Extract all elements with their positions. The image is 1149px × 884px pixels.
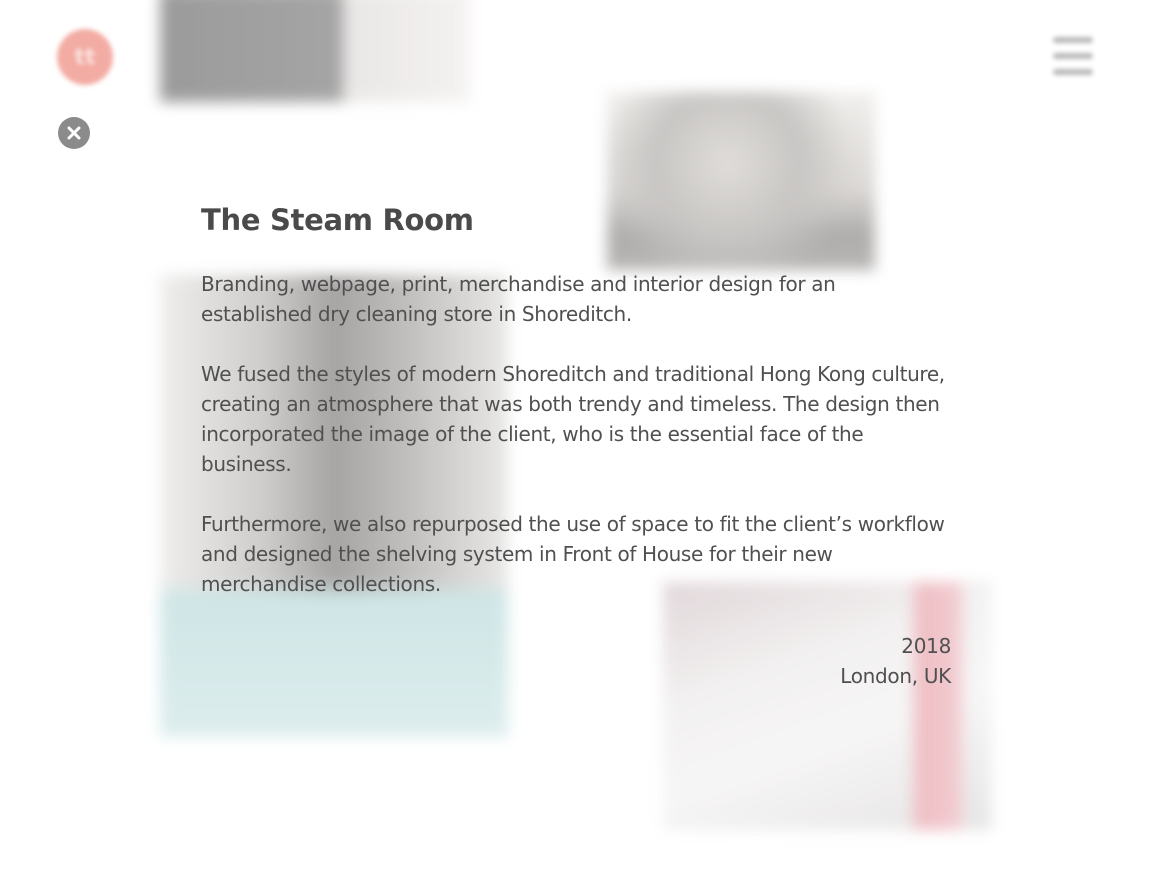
hamburger-menu-button[interactable]: [1051, 34, 1095, 78]
hamburger-menu-icon: [1053, 37, 1093, 43]
project-meta: 2018 London, UK: [201, 631, 951, 691]
project-overlay-page: tt The Steam Room Branding, webpage, pri…: [0, 0, 1149, 884]
close-icon: [67, 126, 81, 140]
project-paragraph: Branding, webpage, print, merchandise an…: [201, 272, 836, 326]
close-button[interactable]: [58, 117, 90, 149]
hamburger-line: [1053, 53, 1093, 59]
project-description: The Steam Room Branding, webpage, print,…: [201, 198, 951, 691]
project-paragraph: Furthermore, we also repurposed the use …: [201, 512, 945, 596]
site-logo-mark: tt: [74, 44, 96, 70]
project-title: The Steam Room: [201, 203, 474, 237]
project-location: London, UK: [840, 664, 951, 688]
project-year: 2018: [901, 634, 951, 658]
hamburger-line: [1053, 69, 1093, 75]
project-paragraph: We fused the styles of modern Shoreditch…: [201, 362, 945, 476]
background-photo-storefront: [160, 0, 470, 102]
